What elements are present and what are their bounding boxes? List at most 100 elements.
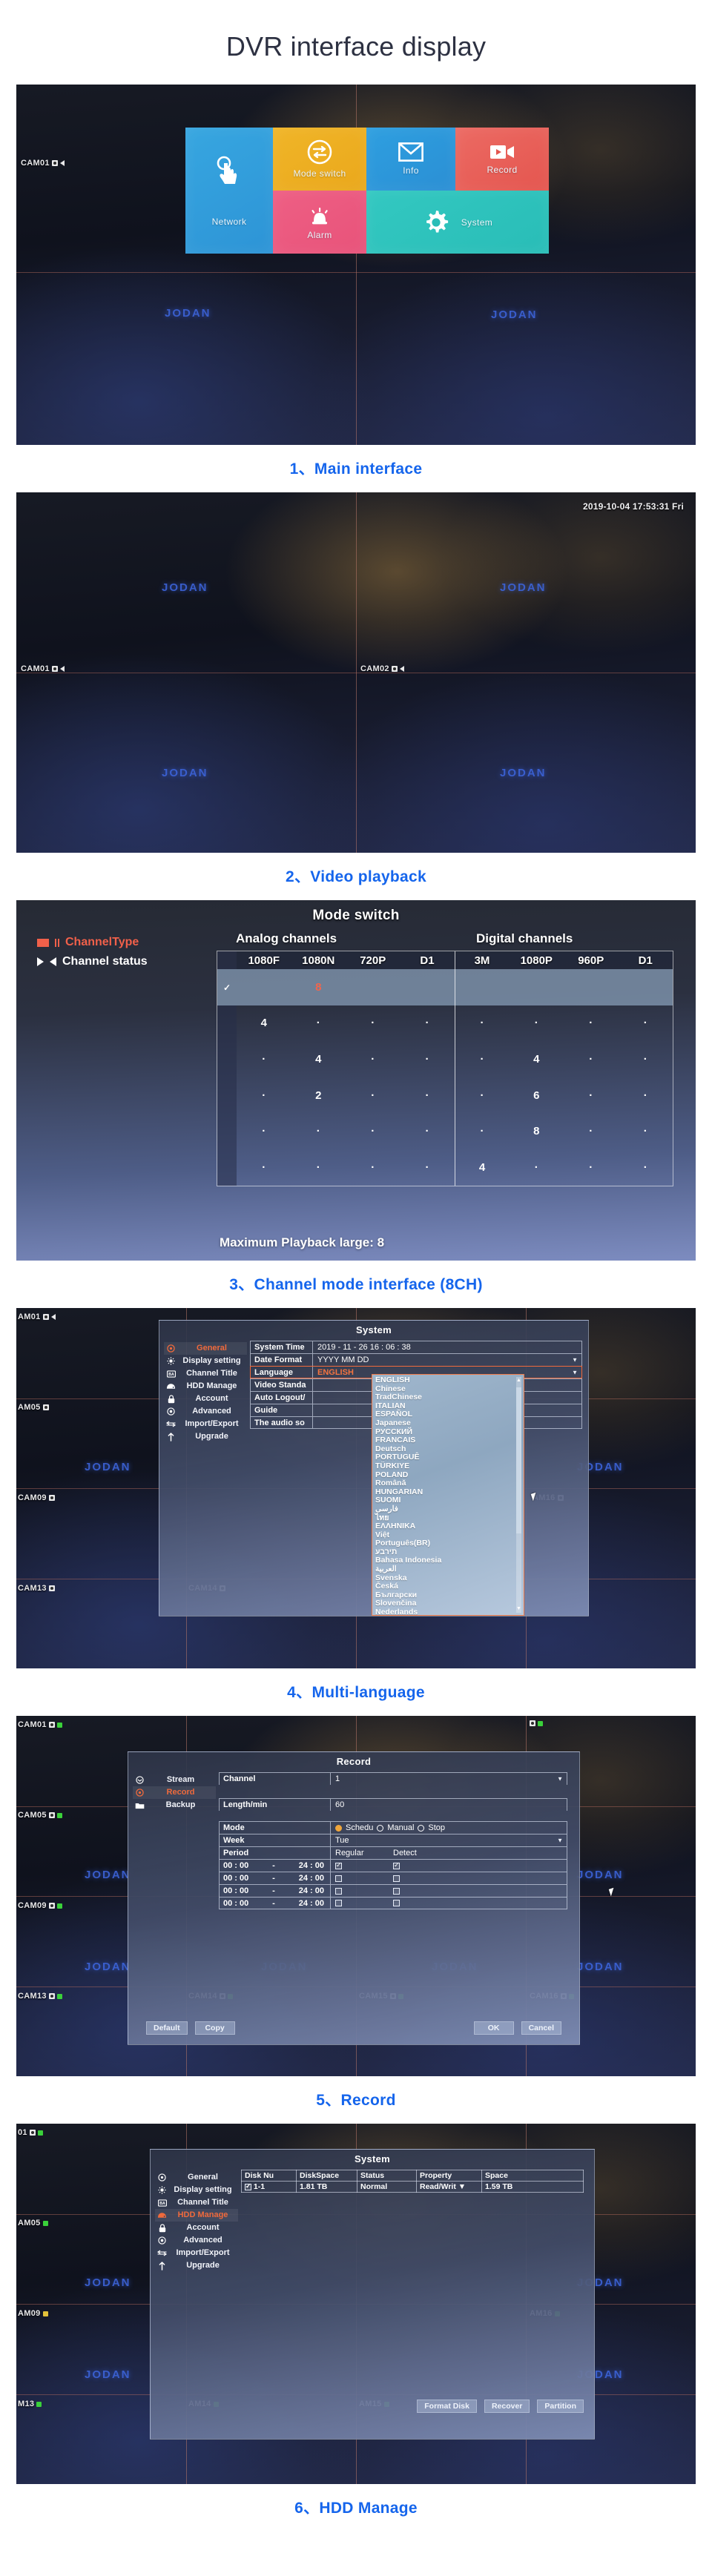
nav-item-import-export[interactable]: Import/Export xyxy=(155,2247,238,2259)
row-channel[interactable]: Channel 1 ▼ xyxy=(219,1772,567,1785)
cam-tag: CAM09 xyxy=(18,1493,55,1502)
checkbox-detect[interactable] xyxy=(393,1875,400,1882)
ok-button[interactable]: OK xyxy=(473,2021,514,2035)
checkbox-detect[interactable] xyxy=(393,1887,400,1895)
language-list-scrollbar[interactable]: ▲ ▼ xyxy=(516,1377,521,1613)
checkbox-regular[interactable] xyxy=(335,1887,342,1895)
cancel-button[interactable]: Cancel xyxy=(521,2021,561,2035)
scroll-up-icon[interactable]: ▲ xyxy=(516,1376,521,1385)
period-from[interactable]: 00 : 00 xyxy=(223,1899,248,1908)
chevron-down-icon[interactable]: ▼ xyxy=(557,1837,563,1844)
recover-button[interactable]: Recover xyxy=(484,2400,530,2413)
menu-tile-record[interactable]: Record xyxy=(455,128,549,191)
language-option[interactable]: TÜRKIYE xyxy=(375,1462,521,1471)
row-checkbox[interactable]: ✓ xyxy=(217,969,237,1005)
language-dropdown-list[interactable]: ENGLISH Chinese TradChinese ITALIAN ESPA… xyxy=(372,1374,524,1616)
nav-item-channel-title[interactable]: BA Channel Title xyxy=(164,1367,247,1380)
nav-item-backup[interactable]: Backup xyxy=(133,1799,216,1812)
language-option[interactable]: فارسی xyxy=(375,1505,521,1514)
row-checkbox[interactable] xyxy=(217,1005,237,1042)
table-row[interactable]: · 2 · · · 6 · · xyxy=(217,1077,673,1114)
language-option[interactable]: ΕΛΛΗΝΙΚΑ xyxy=(375,1522,521,1531)
menu-tile-info[interactable]: Info xyxy=(366,128,455,191)
menu-tile-mode-switch[interactable]: Mode switch xyxy=(273,128,366,191)
format-disk-button[interactable]: Format Disk xyxy=(417,2400,477,2413)
period-row[interactable]: 00 : 00 - 24 : 00 xyxy=(219,1884,567,1897)
nav-item-channel-title[interactable]: BA Channel Title xyxy=(155,2196,238,2209)
language-option[interactable]: Nederlands xyxy=(375,1608,521,1615)
nav-item-hdd-manage[interactable]: HDD Manage xyxy=(164,1380,247,1393)
menu-tile-alarm[interactable]: Alarm xyxy=(273,191,366,254)
partition-button[interactable]: Partition xyxy=(537,2400,584,2413)
row-checkbox[interactable] xyxy=(217,1041,237,1077)
row-week[interactable]: Week Tue ▼ xyxy=(219,1834,567,1846)
row-checkbox[interactable] xyxy=(217,1077,237,1114)
nav-item-display-setting[interactable]: Display setting xyxy=(164,1355,247,1367)
period-from[interactable]: 00 : 00 xyxy=(223,1861,248,1870)
row-checkbox[interactable] xyxy=(217,1149,237,1186)
row-length[interactable]: Length/min 60 xyxy=(219,1798,567,1811)
table-row[interactable]: · · · · · 8 · · xyxy=(217,1113,673,1150)
chevron-down-icon[interactable]: ▼ xyxy=(572,1369,578,1375)
period-from[interactable]: 00 : 00 xyxy=(223,1874,248,1883)
language-option[interactable]: Bahasa Indonesia xyxy=(375,1556,521,1565)
language-option[interactable]: Română xyxy=(375,1479,521,1488)
checkbox-regular[interactable] xyxy=(335,1875,342,1882)
menu-tile-network[interactable]: Network xyxy=(185,128,273,254)
row-checkbox[interactable] xyxy=(217,1113,237,1150)
period-row[interactable]: 00 : 00 - 24 : 00 xyxy=(219,1897,567,1909)
nav-item-account[interactable]: Account xyxy=(164,1393,247,1405)
nav-item-account[interactable]: Account xyxy=(155,2222,238,2234)
period-from[interactable]: 00 : 00 xyxy=(223,1886,248,1895)
language-option[interactable]: Japanese xyxy=(375,1419,521,1428)
table-row[interactable]: ✓ 8 xyxy=(217,969,673,1005)
radio-manual[interactable] xyxy=(377,1824,384,1832)
language-option[interactable]: Português(BR) xyxy=(375,1539,521,1548)
default-button[interactable]: Default xyxy=(146,2021,188,2035)
row-system-time[interactable]: System Time 2019 - 11 - 26 16 : 06 : 38 xyxy=(250,1341,582,1353)
chevron-down-icon[interactable]: ▼ xyxy=(458,2182,466,2191)
period-row[interactable]: 00 : 00 - 24 : 00 xyxy=(219,1859,567,1872)
table-row[interactable]: · 4 · · · 4 · · xyxy=(217,1041,673,1077)
nav-item-record[interactable]: Record xyxy=(133,1786,216,1799)
nav-item-advanced[interactable]: Advanced xyxy=(155,2234,238,2247)
nav-item-hdd-manage[interactable]: HDD Manage xyxy=(155,2209,238,2222)
nav-item-display-setting[interactable]: Display setting xyxy=(155,2184,238,2196)
period-to[interactable]: 24 : 00 xyxy=(299,1886,324,1895)
nav-item-general[interactable]: General xyxy=(164,1342,247,1355)
checkbox-detect[interactable] xyxy=(393,1900,400,1907)
checkbox-regular[interactable] xyxy=(335,1861,342,1869)
nav-item-upgrade[interactable]: Upgrade xyxy=(164,1430,247,1443)
system-time-value[interactable]: 2019 - 11 - 26 16 : 06 : 38 xyxy=(313,1341,581,1353)
checkbox-disk[interactable] xyxy=(245,2182,251,2190)
nav-item-stream[interactable]: Stream xyxy=(133,1774,216,1786)
row-date-format[interactable]: Date Format YYYY MM DD ▼ xyxy=(250,1353,582,1366)
radio-stop[interactable] xyxy=(418,1824,425,1832)
language-option[interactable]: ENGLISH xyxy=(375,1375,521,1385)
period-row[interactable]: 00 : 00 - 24 : 00 xyxy=(219,1872,567,1884)
cell-property[interactable]: Read/Writ ▼ xyxy=(416,2181,482,2193)
nav-item-upgrade[interactable]: Upgrade xyxy=(155,2259,238,2272)
row-mode[interactable]: Mode Schedu Manual Stop xyxy=(219,1821,567,1834)
table-row[interactable]: 1-1 1.81 TB Normal Read/Writ ▼ 1.59 TB xyxy=(241,2181,584,2193)
copy-button[interactable]: Copy xyxy=(194,2021,235,2035)
chevron-down-icon[interactable]: ▼ xyxy=(572,1357,578,1364)
checkbox-regular[interactable] xyxy=(335,1900,342,1907)
table-row[interactable]: 4 · · · · · · · xyxy=(217,1005,673,1042)
chevron-down-icon[interactable]: ▼ xyxy=(557,1776,563,1783)
nav-item-advanced[interactable]: Advanced xyxy=(164,1405,247,1418)
language-option[interactable]: FRANCAIS xyxy=(375,1436,521,1445)
cell-disk-no[interactable]: 1-1 xyxy=(241,2181,297,2193)
scroll-down-icon[interactable]: ▼ xyxy=(516,1605,521,1614)
period-to[interactable]: 24 : 00 xyxy=(299,1899,324,1908)
period-to[interactable]: 24 : 00 xyxy=(299,1874,324,1883)
menu-tile-system[interactable]: System xyxy=(366,191,549,254)
language-option[interactable]: العربية xyxy=(375,1565,521,1574)
table-row[interactable]: · · · · 4 · · · xyxy=(217,1149,673,1186)
checkbox-detect[interactable] xyxy=(393,1861,400,1869)
nav-item-import-export[interactable]: Import/Export xyxy=(164,1418,247,1430)
nav-item-general[interactable]: General xyxy=(155,2171,238,2184)
radio-schedule[interactable] xyxy=(335,1824,342,1832)
period-to[interactable]: 24 : 00 xyxy=(299,1861,324,1870)
scrollbar-thumb[interactable] xyxy=(516,1387,521,1534)
